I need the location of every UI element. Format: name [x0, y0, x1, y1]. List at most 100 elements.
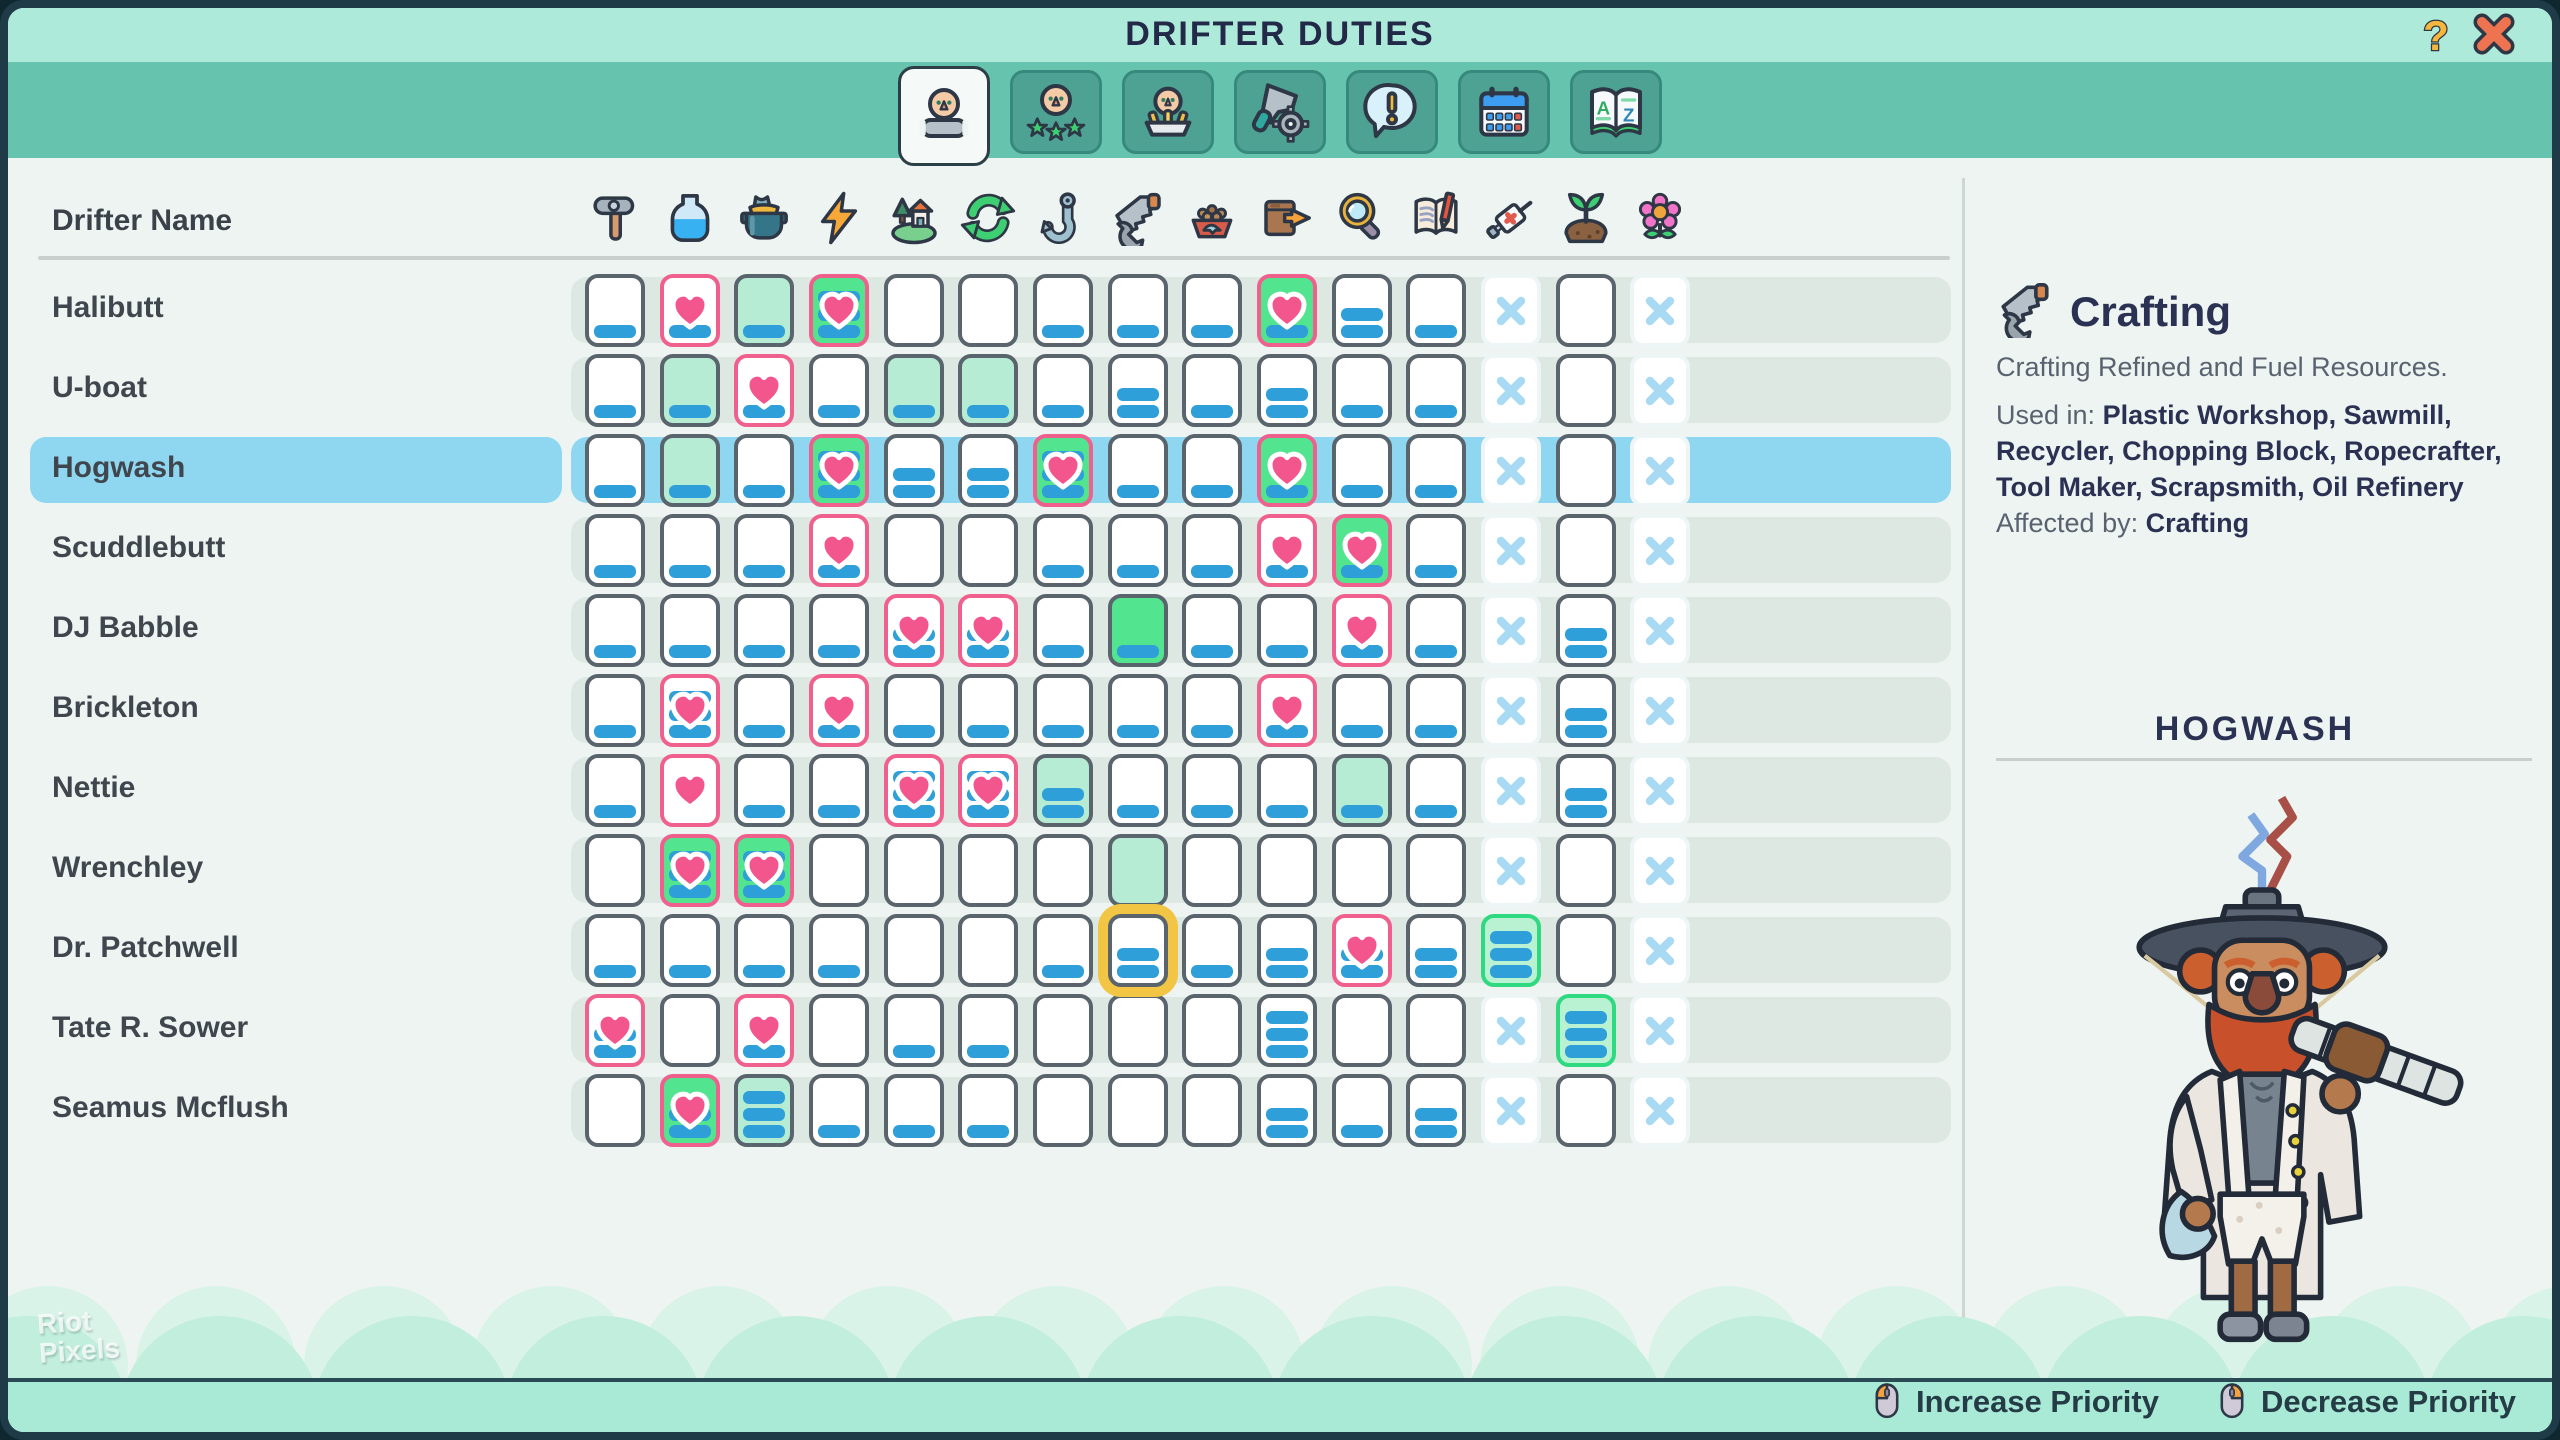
- duty-cell-fishing[interactable]: [1033, 994, 1093, 1067]
- duty-header-water-icon[interactable]: [662, 190, 718, 246]
- duty-cell-gardening[interactable]: [1630, 1074, 1690, 1147]
- duty-cell-cooking[interactable]: [734, 514, 794, 587]
- duty-cell-hauling[interactable]: [1257, 514, 1317, 587]
- duty-cell-medical[interactable]: [1481, 994, 1541, 1067]
- duty-header-salvaging-icon[interactable]: [1334, 190, 1390, 246]
- duty-header-fishing-icon[interactable]: [1035, 190, 1091, 246]
- duty-cell-building[interactable]: [585, 1074, 645, 1147]
- duty-cell-energy[interactable]: [809, 354, 869, 427]
- tab-schedule[interactable]: [1458, 70, 1550, 154]
- duty-cell-salvaging[interactable]: [1332, 994, 1392, 1067]
- duty-cell-medical[interactable]: [1481, 754, 1541, 827]
- duty-cell-recycling[interactable]: [958, 274, 1018, 347]
- duty-cell-hauling[interactable]: [1257, 274, 1317, 347]
- duty-cell-building[interactable]: [585, 274, 645, 347]
- duty-cell-recycling[interactable]: [958, 994, 1018, 1067]
- drifter-name[interactable]: Seamus Mcflush: [52, 1091, 289, 1125]
- duty-cell-medical[interactable]: [1481, 914, 1541, 987]
- drifter-name[interactable]: Scuddlebutt: [52, 531, 225, 565]
- duty-cell-building[interactable]: [585, 594, 645, 667]
- duty-cell-building[interactable]: [585, 354, 645, 427]
- duty-cell-fishing[interactable]: [1033, 274, 1093, 347]
- tab-drifter-duties[interactable]: [898, 66, 990, 166]
- duty-cell-fishing[interactable]: [1033, 834, 1093, 907]
- tab-alerts[interactable]: [1346, 70, 1438, 154]
- duty-cell-expedition[interactable]: [884, 514, 944, 587]
- duty-cell-pet-feeding[interactable]: [1182, 994, 1242, 1067]
- duty-cell-studying[interactable]: [1406, 274, 1466, 347]
- duty-cell-building[interactable]: [585, 754, 645, 827]
- duty-cell-gardening[interactable]: [1630, 514, 1690, 587]
- duty-header-studying-icon[interactable]: [1408, 190, 1464, 246]
- duty-cell-energy[interactable]: [809, 514, 869, 587]
- duty-cell-salvaging[interactable]: [1332, 914, 1392, 987]
- duty-cell-crafting[interactable]: [1108, 514, 1168, 587]
- duty-cell-fishing[interactable]: [1033, 514, 1093, 587]
- duty-header-cooking-icon[interactable]: [736, 190, 792, 246]
- duty-cell-studying[interactable]: [1406, 754, 1466, 827]
- duty-cell-farming[interactable]: [1556, 434, 1616, 507]
- duty-cell-pet-feeding[interactable]: [1182, 754, 1242, 827]
- duty-cell-crafting[interactable]: [1108, 674, 1168, 747]
- duty-cell-cooking[interactable]: [734, 674, 794, 747]
- duty-cell-salvaging[interactable]: [1332, 354, 1392, 427]
- drifter-name[interactable]: Nettie: [52, 771, 135, 805]
- duty-cell-fishing[interactable]: [1033, 1074, 1093, 1147]
- duty-cell-water[interactable]: [660, 834, 720, 907]
- duty-cell-salvaging[interactable]: [1332, 1074, 1392, 1147]
- duty-cell-medical[interactable]: [1481, 354, 1541, 427]
- duty-cell-hauling[interactable]: [1257, 754, 1317, 827]
- duty-cell-salvaging[interactable]: [1332, 674, 1392, 747]
- duty-cell-gardening[interactable]: [1630, 674, 1690, 747]
- duty-cell-studying[interactable]: [1406, 514, 1466, 587]
- duty-cell-crafting[interactable]: [1108, 354, 1168, 427]
- duty-cell-water[interactable]: [660, 754, 720, 827]
- duty-cell-cooking[interactable]: [734, 1074, 794, 1147]
- duty-cell-expedition[interactable]: [884, 594, 944, 667]
- duty-cell-energy[interactable]: [809, 914, 869, 987]
- duty-cell-energy[interactable]: [809, 274, 869, 347]
- duty-cell-salvaging[interactable]: [1332, 434, 1392, 507]
- duty-cell-studying[interactable]: [1406, 434, 1466, 507]
- duty-cell-fishing[interactable]: [1033, 354, 1093, 427]
- drifter-name[interactable]: Dr. Patchwell: [52, 931, 239, 965]
- duty-cell-water[interactable]: [660, 994, 720, 1067]
- duty-cell-medical[interactable]: [1481, 1074, 1541, 1147]
- duty-cell-water[interactable]: [660, 914, 720, 987]
- duty-cell-energy[interactable]: [809, 834, 869, 907]
- duty-cell-building[interactable]: [585, 834, 645, 907]
- duty-cell-energy[interactable]: [809, 674, 869, 747]
- duty-cell-medical[interactable]: [1481, 434, 1541, 507]
- duty-cell-farming[interactable]: [1556, 674, 1616, 747]
- duty-cell-energy[interactable]: [809, 594, 869, 667]
- duty-cell-pet-feeding[interactable]: [1182, 674, 1242, 747]
- duty-cell-gardening[interactable]: [1630, 834, 1690, 907]
- duty-cell-crafting[interactable]: [1108, 754, 1168, 827]
- duty-cell-water[interactable]: [660, 514, 720, 587]
- duty-cell-fishing[interactable]: [1033, 594, 1093, 667]
- duty-cell-farming[interactable]: [1556, 1074, 1616, 1147]
- duty-cell-energy[interactable]: [809, 434, 869, 507]
- duty-cell-salvaging[interactable]: [1332, 594, 1392, 667]
- help-icon[interactable]: ?: [2412, 10, 2460, 58]
- close-icon[interactable]: [2470, 10, 2518, 58]
- duty-cell-salvaging[interactable]: [1332, 514, 1392, 587]
- duty-cell-farming[interactable]: [1556, 914, 1616, 987]
- duty-cell-building[interactable]: [585, 994, 645, 1067]
- drifter-name[interactable]: Tate R. Sower: [52, 1011, 248, 1045]
- duty-cell-pet-feeding[interactable]: [1182, 274, 1242, 347]
- duty-cell-cooking[interactable]: [734, 274, 794, 347]
- drifter-name[interactable]: Halibutt: [52, 291, 164, 325]
- duty-cell-salvaging[interactable]: [1332, 754, 1392, 827]
- drifter-name[interactable]: U-boat: [52, 371, 147, 405]
- duty-cell-water[interactable]: [660, 594, 720, 667]
- duty-cell-fishing[interactable]: [1033, 754, 1093, 827]
- duty-cell-gardening[interactable]: [1630, 354, 1690, 427]
- duty-cell-fishing[interactable]: [1033, 434, 1093, 507]
- duty-cell-farming[interactable]: [1556, 274, 1616, 347]
- duty-cell-expedition[interactable]: [884, 914, 944, 987]
- duty-cell-expedition[interactable]: [884, 354, 944, 427]
- duty-header-energy-icon[interactable]: [811, 190, 867, 246]
- duty-cell-cooking[interactable]: [734, 914, 794, 987]
- duty-cell-expedition[interactable]: [884, 754, 944, 827]
